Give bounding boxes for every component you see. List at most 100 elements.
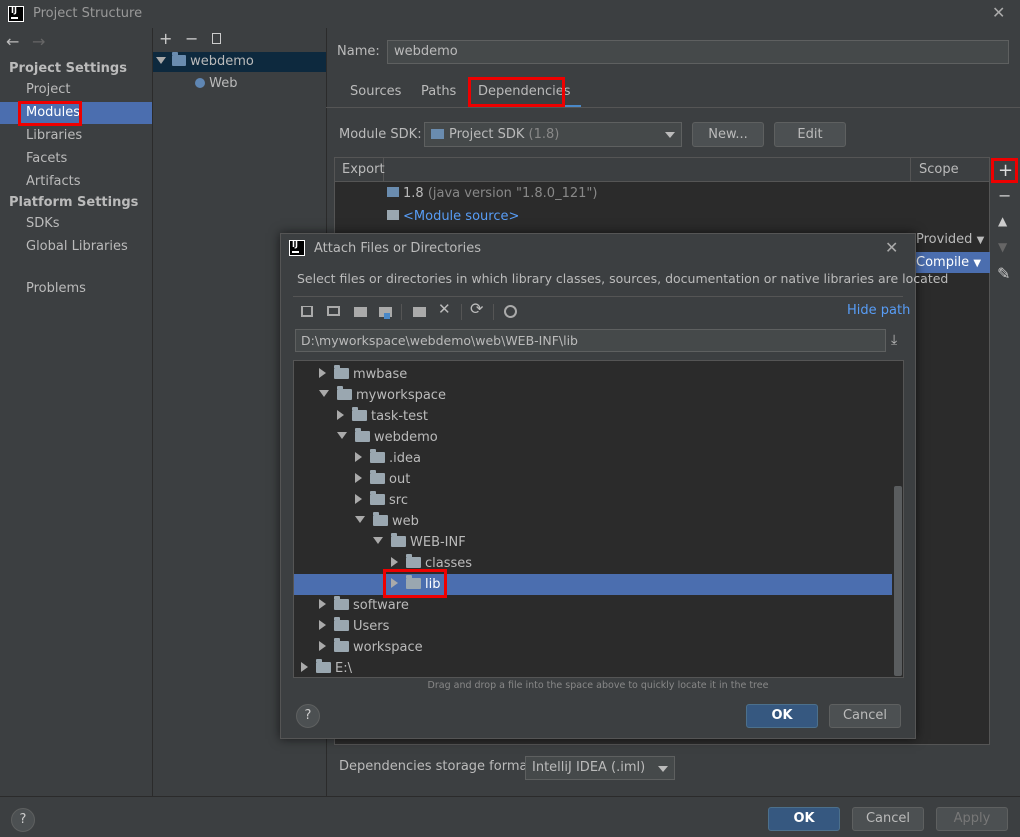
nav-item-project[interactable]: Project xyxy=(0,79,152,101)
chevron-down-icon xyxy=(658,766,668,772)
toolbar-separator xyxy=(461,304,462,320)
tree-scrollbar-thumb[interactable] xyxy=(894,486,902,676)
new-folder-icon[interactable] xyxy=(413,307,426,317)
tree-row-lib[interactable]: lib xyxy=(294,574,892,595)
close-dialog-icon[interactable]: ✕ xyxy=(885,238,898,257)
tree-row-label: E:\ xyxy=(335,661,352,676)
chevron-down-icon: ▼ xyxy=(976,235,985,246)
folder-icon xyxy=(406,554,421,568)
path-input[interactable]: D:\myworkspace\webdemo\web\WEB-INF\lib xyxy=(295,329,886,352)
folder-icon xyxy=(370,491,385,505)
close-window-icon[interactable]: ✕ xyxy=(992,3,1005,22)
module-sdk-label: Module SDK: xyxy=(339,127,422,142)
chevron-down-icon[interactable] xyxy=(319,390,329,397)
chevron-down-icon[interactable] xyxy=(337,432,347,439)
dialog-ok-button[interactable]: OK xyxy=(746,704,818,728)
dialog-cancel-button[interactable]: Cancel xyxy=(829,704,901,728)
tree-row-workspace[interactable]: workspace xyxy=(294,637,892,658)
tree-row-label: mwbase xyxy=(353,367,408,382)
module-tree-item-web[interactable]: Web xyxy=(153,74,326,94)
scope-compile-select[interactable]: Compile ▼ xyxy=(911,252,990,273)
chevron-right-icon[interactable] xyxy=(319,620,326,630)
chevron-right-icon[interactable] xyxy=(391,578,398,588)
delete-icon[interactable]: ✕ xyxy=(438,300,451,318)
home-icon[interactable] xyxy=(301,306,313,317)
tree-row-software[interactable]: software xyxy=(294,595,892,616)
back-arrow-icon[interactable]: ← xyxy=(6,32,19,51)
project-folder-icon[interactable] xyxy=(354,307,367,317)
add-module-icon[interactable]: + xyxy=(159,29,172,48)
chevron-right-icon[interactable] xyxy=(319,599,326,609)
nav-item-sdks[interactable]: SDKs xyxy=(0,213,152,235)
edit-sdk-button[interactable]: Edit xyxy=(774,122,846,147)
tree-row-webdemo[interactable]: webdemo xyxy=(294,427,892,448)
ok-button[interactable]: OK xyxy=(768,807,840,831)
chevron-down-icon[interactable] xyxy=(355,516,365,523)
help-button[interactable]: ? xyxy=(11,808,35,832)
copy-module-icon[interactable] xyxy=(212,33,221,44)
remove-dependency-icon[interactable]: − xyxy=(998,186,1011,205)
nav-item-artifacts[interactable]: Artifacts xyxy=(0,171,152,193)
tree-row-myworkspace[interactable]: myworkspace xyxy=(294,385,892,406)
nav-item-libraries[interactable]: Libraries xyxy=(0,125,152,147)
desktop-icon[interactable] xyxy=(327,306,340,316)
chevron-right-icon[interactable] xyxy=(337,410,344,420)
module-name-input[interactable]: webdemo xyxy=(387,40,1009,64)
dialog-help-button[interactable]: ? xyxy=(296,704,320,728)
refresh-icon[interactable]: ⟳ xyxy=(470,299,483,318)
chevron-down-icon[interactable] xyxy=(373,537,383,544)
add-dependency-icon[interactable]: + xyxy=(998,160,1013,181)
dialog-description: Select files or directories in which lib… xyxy=(297,271,949,286)
tree-row-src[interactable]: src xyxy=(294,490,892,511)
attach-files-dialog: IJ Attach Files or Directories ✕ Select … xyxy=(280,233,948,739)
tree-row-label: out xyxy=(389,472,411,487)
chevron-right-icon[interactable] xyxy=(319,368,326,378)
nav-item-problems[interactable]: Problems xyxy=(0,278,152,300)
forward-arrow-icon[interactable]: → xyxy=(32,32,45,51)
chevron-right-icon[interactable] xyxy=(355,473,362,483)
module-tree-item-webdemo[interactable]: webdemo xyxy=(153,52,326,72)
chevron-right-icon[interactable] xyxy=(301,662,308,672)
download-path-icon[interactable]: ⤓ xyxy=(891,332,897,348)
table-row[interactable]: <Module source> xyxy=(387,209,519,224)
chevron-right-icon[interactable] xyxy=(355,452,362,462)
scope-column-header: Scope xyxy=(919,162,959,177)
hide-path-link[interactable]: Hide path xyxy=(847,303,910,318)
show-hidden-icon[interactable] xyxy=(504,305,517,318)
cancel-button[interactable]: Cancel xyxy=(852,807,924,831)
move-down-icon[interactable]: ▼ xyxy=(998,240,1007,254)
nav-item-facets[interactable]: Facets xyxy=(0,148,152,170)
scope-provided-select[interactable]: Provided ▼ xyxy=(916,232,984,247)
tree-row-task-test[interactable]: task-test xyxy=(294,406,892,427)
tree-row-mwbase[interactable]: mwbase xyxy=(294,364,892,385)
expand-arrow-icon[interactable] xyxy=(156,57,166,64)
table-row[interactable]: 1.8 (java version "1.8.0_121") xyxy=(387,186,597,201)
tree-row-classes[interactable]: classes xyxy=(294,553,892,574)
chevron-right-icon[interactable] xyxy=(355,494,362,504)
tree-row-out[interactable]: out xyxy=(294,469,892,490)
nav-item-modules[interactable]: Modules xyxy=(0,102,152,124)
tree-row-web[interactable]: web xyxy=(294,511,892,532)
tab-sources[interactable]: Sources xyxy=(340,79,411,105)
chevron-right-icon[interactable] xyxy=(391,557,398,567)
dialog-title: Attach Files or Directories xyxy=(314,241,482,256)
new-sdk-button[interactable]: New... xyxy=(692,122,764,147)
apply-button[interactable]: Apply xyxy=(936,807,1008,831)
tree-row-idea[interactable]: .idea xyxy=(294,448,892,469)
nav-item-global-libraries[interactable]: Global Libraries xyxy=(0,236,152,258)
tree-row-web-inf[interactable]: WEB-INF xyxy=(294,532,892,553)
jdk-name: 1.8 xyxy=(403,186,424,201)
edit-dependency-icon[interactable]: ✎ xyxy=(997,264,1010,283)
folder-icon xyxy=(370,449,385,463)
remove-module-icon[interactable]: − xyxy=(185,29,198,48)
tree-row-users[interactable]: Users xyxy=(294,616,892,637)
tab-dependencies[interactable]: Dependencies xyxy=(468,79,581,108)
module-sdk-select[interactable]: Project SDK (1.8) xyxy=(424,122,682,147)
drag-drop-hint: Drag and drop a file into the space abov… xyxy=(427,680,769,691)
tree-row-e[interactable]: E:\ xyxy=(294,658,892,677)
storage-format-select[interactable]: IntelliJ IDEA (.iml) xyxy=(525,756,675,780)
move-up-icon[interactable]: ▲ xyxy=(998,214,1007,228)
folder-icon xyxy=(334,617,349,631)
chevron-right-icon[interactable] xyxy=(319,641,326,651)
tab-paths[interactable]: Paths xyxy=(411,79,466,105)
